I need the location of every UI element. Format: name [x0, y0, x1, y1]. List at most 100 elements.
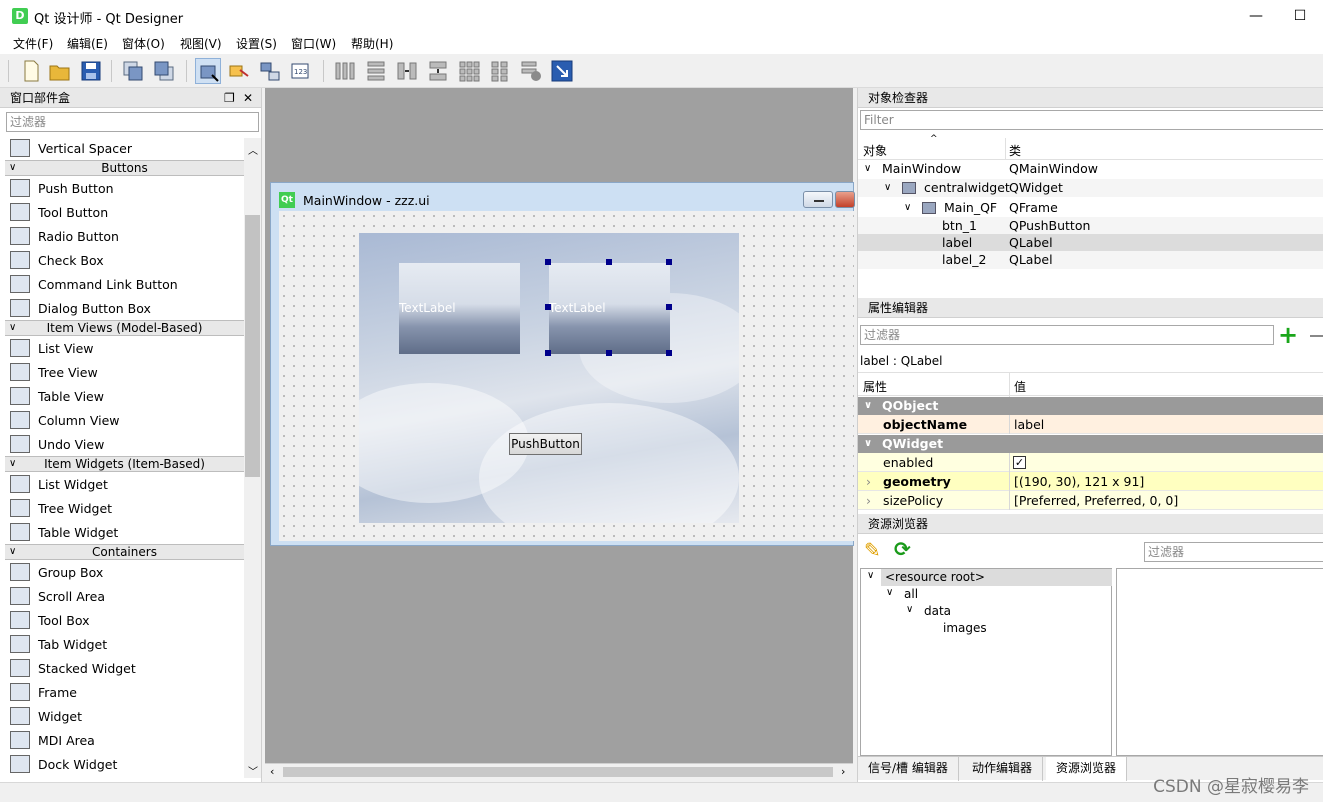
tab-action-editor[interactable]: 动作编辑器: [962, 757, 1044, 781]
scroll-right-icon[interactable]: ›: [841, 765, 845, 778]
chevron-down-icon[interactable]: ∨: [906, 604, 913, 615]
chevron-down-icon[interactable]: ∨: [884, 179, 891, 197]
layout-h-splitter-icon[interactable]: [394, 58, 420, 84]
layout-form-icon[interactable]: [487, 58, 513, 84]
tree-row-main-qf[interactable]: ∨ Main_QF QFrame: [858, 199, 1323, 217]
prop-value[interactable]: label: [1014, 415, 1044, 434]
save-icon[interactable]: [78, 58, 104, 84]
group-qwidget[interactable]: ∨ QWidget: [858, 435, 1323, 453]
chevron-down-icon[interactable]: ∨: [886, 587, 893, 598]
object-inspector-filter-input[interactable]: Filter: [860, 110, 1323, 130]
col-object[interactable]: 对象: [863, 142, 887, 159]
widget-category[interactable]: ∨ Item Views (Model-Based): [5, 320, 244, 336]
remove-property-icon[interactable]: [1310, 335, 1323, 337]
resize-handle[interactable]: [545, 259, 551, 265]
chevron-right-icon[interactable]: ›: [866, 491, 871, 510]
layout-grid-icon[interactable]: [456, 58, 482, 84]
tree-row-centralwidget[interactable]: ∨ centralwidget QWidget: [858, 179, 1323, 197]
col-value[interactable]: 值: [1014, 378, 1026, 395]
prop-geometry[interactable]: › geometry [(190, 30), 121 x 91]: [858, 472, 1323, 491]
widget-item[interactable]: Tool Button: [5, 200, 244, 224]
widget-item[interactable]: Scroll Area: [5, 584, 244, 608]
add-property-icon[interactable]: +: [1278, 323, 1298, 347]
resource-all[interactable]: all: [904, 587, 918, 601]
maximize-icon[interactable]: ☐: [1290, 6, 1310, 26]
open-folder-icon[interactable]: [47, 58, 73, 84]
tree-row-label[interactable]: label QLabel: [858, 234, 1323, 252]
menu-edit[interactable]: 编辑(E): [67, 35, 108, 52]
send-to-back-icon[interactable]: [120, 58, 146, 84]
break-layout-icon[interactable]: [518, 58, 544, 84]
widget-item[interactable]: Stacked Widget: [5, 656, 244, 680]
resize-handle[interactable]: [606, 350, 612, 356]
widget-item[interactable]: Frame: [5, 680, 244, 704]
menu-help[interactable]: 帮助(H): [351, 35, 393, 52]
widget-item[interactable]: Tree Widget: [5, 496, 244, 520]
prop-enabled[interactable]: enabled ✓: [858, 453, 1323, 472]
tree-row-mainwindow[interactable]: ∨ MainWindow QMainWindow: [858, 160, 1323, 178]
new-file-icon[interactable]: [18, 58, 44, 84]
reload-icon[interactable]: ⟳: [894, 539, 911, 559]
edit-signals-slots-icon[interactable]: [226, 58, 252, 84]
widget-item[interactable]: Radio Button: [5, 224, 244, 248]
adjust-size-icon[interactable]: [549, 58, 575, 84]
group-qobject[interactable]: ∨ QObject: [858, 397, 1323, 415]
col-property[interactable]: 属性: [863, 378, 887, 395]
widget-category[interactable]: ∨ Item Widgets (Item-Based): [5, 456, 244, 472]
chevron-down-icon[interactable]: ∨: [9, 321, 16, 335]
tab-resource-browser[interactable]: 资源浏览器: [1046, 757, 1128, 781]
widget-item[interactable]: Check Box: [5, 248, 244, 272]
widget-item[interactable]: Tab Widget: [5, 632, 244, 656]
widget-item[interactable]: Column View: [5, 408, 244, 432]
chevron-down-icon[interactable]: ∨: [864, 397, 872, 415]
widget-item[interactable]: Dialog Button Box: [5, 296, 244, 320]
layout-v-splitter-icon[interactable]: [425, 58, 451, 84]
widget-item[interactable]: MDI Area: [5, 728, 244, 752]
widget-item[interactable]: Undo View: [5, 432, 244, 456]
widget-item[interactable]: List View: [5, 336, 244, 360]
enabled-checkbox[interactable]: ✓: [1013, 456, 1026, 469]
layout-vertical-icon[interactable]: [363, 58, 389, 84]
chevron-down-icon[interactable]: ∨: [9, 457, 16, 471]
edit-buddies-icon[interactable]: [257, 58, 283, 84]
widget-item[interactable]: Command Link Button: [5, 272, 244, 296]
widget-category[interactable]: ∨ Buttons: [5, 160, 244, 176]
resize-handle[interactable]: [545, 304, 551, 310]
chevron-down-icon[interactable]: ∨: [867, 570, 874, 581]
resource-data[interactable]: data: [924, 604, 951, 618]
menu-form[interactable]: 窗体(O): [122, 35, 165, 52]
bring-to-front-icon[interactable]: [151, 58, 177, 84]
resize-handle[interactable]: [606, 259, 612, 265]
main-qf-frame[interactable]: TextLabel TextLabel PushButton: [359, 233, 739, 523]
widget-category[interactable]: ∨ Containers: [5, 544, 244, 560]
float-icon[interactable]: ❐: [224, 88, 235, 108]
label-2[interactable]: TextLabel: [399, 263, 520, 354]
widget-item[interactable]: Table Widget: [5, 520, 244, 544]
widget-item[interactable]: List Widget: [5, 472, 244, 496]
widget-item[interactable]: Tool Box: [5, 608, 244, 632]
widget-item[interactable]: Tree View: [5, 360, 244, 384]
tab-signal-slot-editor[interactable]: 信号/槽 编辑器: [858, 757, 959, 781]
mdi-horizontal-scrollbar[interactable]: ‹ ›: [265, 763, 853, 780]
menu-file[interactable]: 文件(F): [13, 35, 53, 52]
widget-box-scrollbar[interactable]: ︿ ﹀: [244, 138, 261, 778]
scroll-thumb[interactable]: [283, 767, 833, 777]
widget-item[interactable]: Vertical Spacer: [5, 136, 244, 160]
prop-sizepolicy[interactable]: › sizePolicy [Preferred, Preferred, 0, 0…: [858, 491, 1323, 510]
chevron-down-icon[interactable]: ∨: [864, 160, 871, 178]
widget-item[interactable]: Push Button: [5, 176, 244, 200]
scroll-thumb[interactable]: [245, 215, 260, 477]
edit-widgets-icon[interactable]: [195, 58, 221, 84]
scroll-left-icon[interactable]: ‹: [270, 765, 274, 778]
chevron-down-icon[interactable]: ∨: [864, 435, 872, 453]
widget-box-filter-input[interactable]: 过滤器: [6, 112, 259, 132]
edit-resources-icon[interactable]: ✎: [864, 540, 881, 560]
widget-item[interactable]: Dock Widget: [5, 752, 244, 776]
menu-window[interactable]: 窗口(W): [291, 35, 336, 52]
form-canvas[interactable]: TextLabel TextLabel PushButton: [279, 211, 854, 541]
layout-horizontal-icon[interactable]: [332, 58, 358, 84]
form-close-button[interactable]: [835, 191, 855, 208]
resize-handle[interactable]: [666, 259, 672, 265]
close-icon[interactable]: ✕: [243, 88, 253, 108]
chevron-down-icon[interactable]: ∨: [9, 545, 16, 559]
